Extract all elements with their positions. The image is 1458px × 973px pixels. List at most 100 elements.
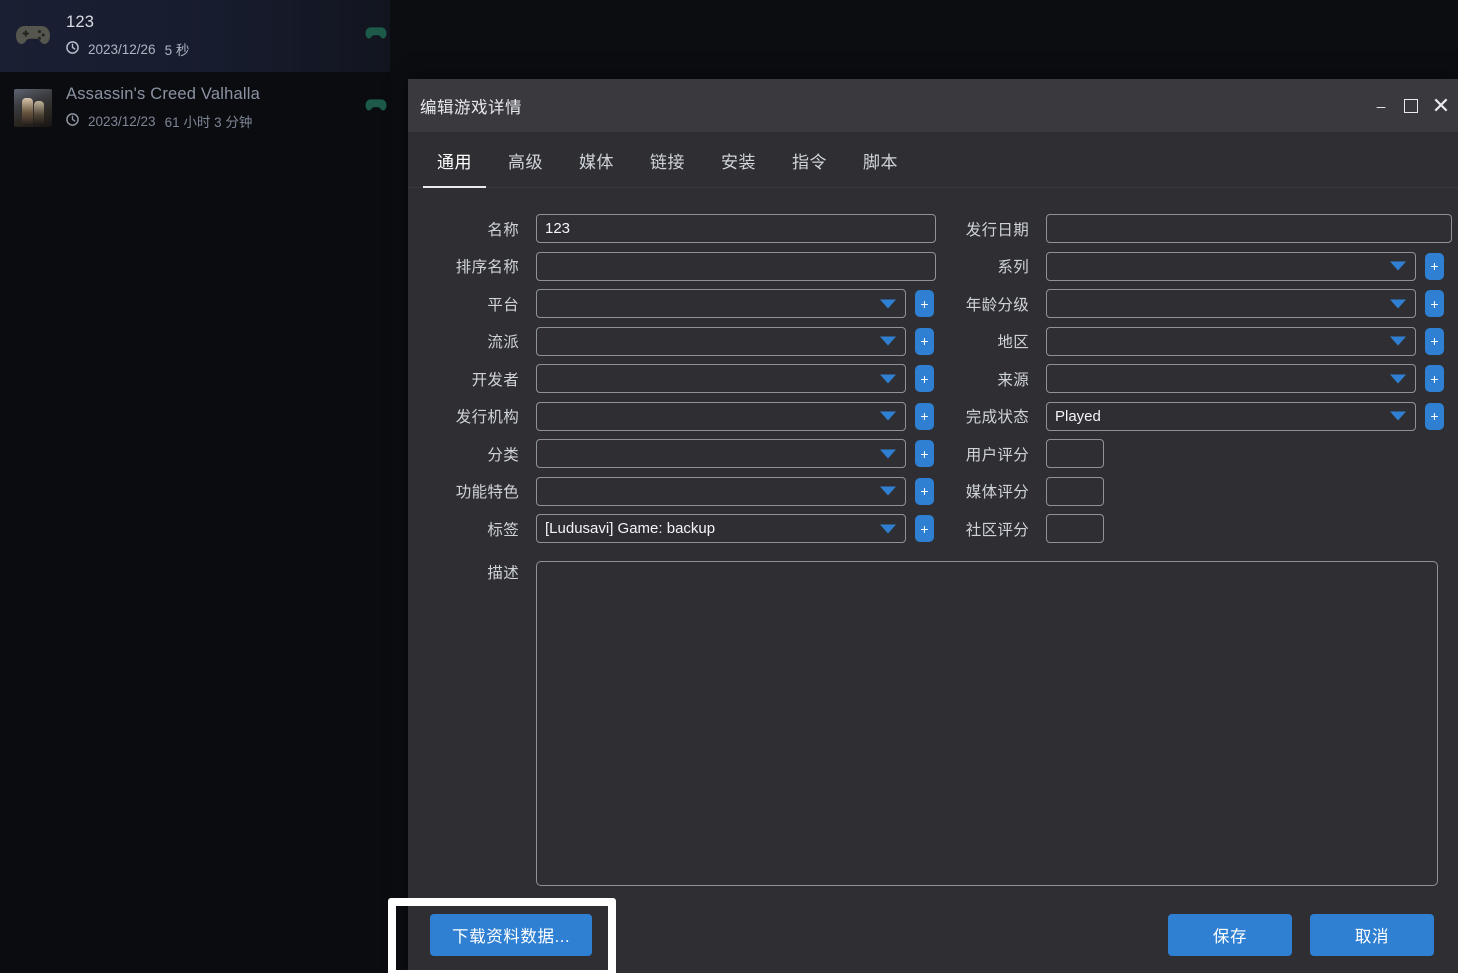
add-feature-button[interactable]: + — [915, 477, 934, 505]
field-platform: 平台 + — [416, 285, 936, 323]
tab-media[interactable]: 媒体 — [561, 148, 632, 187]
tab-scripts[interactable]: 脚本 — [845, 148, 916, 187]
field-community-score: 社区评分 — [936, 510, 1452, 548]
field-completion-status: 完成状态 Played + — [936, 398, 1452, 436]
field-developer: 开发者 + — [416, 360, 936, 398]
list-item-date: 2023/12/26 — [88, 41, 156, 57]
add-tag-button[interactable]: + — [915, 515, 934, 543]
user-score-input[interactable] — [1046, 439, 1104, 469]
download-metadata-button[interactable]: 下载资料数据... — [430, 914, 593, 956]
field-genre: 流派 + — [416, 323, 936, 361]
footer-actions: 保存 取消 — [1168, 914, 1434, 956]
list-item-date: 2023/12/23 — [88, 113, 156, 129]
field-label: 开发者 — [471, 371, 519, 389]
field-label: 社区评分 — [965, 521, 1029, 539]
edit-game-details-dialog: 编辑游戏详情 _ ✕ 通用 高级 媒体 链接 安装 指令 脚本 名称 123 排… — [408, 79, 1458, 973]
release-date-input[interactable] — [1046, 214, 1452, 244]
chevron-down-icon — [880, 449, 896, 459]
add-publisher-button[interactable]: + — [915, 402, 934, 430]
tab-actions[interactable]: 指令 — [774, 148, 845, 187]
clock-icon — [66, 113, 79, 129]
sorting-name-input[interactable] — [536, 251, 936, 281]
category-select[interactable] — [536, 439, 906, 469]
add-platform-button[interactable]: + — [915, 290, 934, 318]
dialog-titlebar[interactable]: 编辑游戏详情 _ ✕ — [408, 79, 1458, 132]
field-label: 流派 — [487, 334, 519, 352]
add-source-button[interactable]: + — [1425, 365, 1444, 393]
add-completion-status-button[interactable]: + — [1425, 402, 1444, 430]
field-label: 系列 — [997, 259, 1029, 277]
add-developer-button[interactable]: + — [915, 365, 934, 393]
maximize-icon[interactable] — [1396, 86, 1426, 126]
add-age-rating-button[interactable]: + — [1425, 290, 1444, 318]
list-item-meta: 2023/12/23 61 小时 3 分钟 — [66, 111, 260, 131]
add-series-button[interactable]: + — [1425, 252, 1444, 280]
form-column-left: 名称 123 排序名称 平台 + 流派 + 开发者 + 发行机构 + 分类 + … — [416, 210, 936, 548]
dialog-title: 编辑游戏详情 — [420, 98, 522, 117]
tab-links[interactable]: 链接 — [632, 148, 703, 187]
tab-install[interactable]: 安装 — [703, 148, 774, 187]
region-select[interactable] — [1046, 326, 1416, 356]
field-label: 标签 — [487, 521, 519, 539]
add-category-button[interactable]: + — [915, 440, 934, 468]
field-sorting-name: 排序名称 — [416, 248, 936, 286]
list-item[interactable]: Assassin's Creed Valhalla 2023/12/23 61 … — [0, 72, 390, 144]
feature-select[interactable] — [536, 476, 906, 506]
field-tag: 标签 [Ludusavi] Game: backup + — [416, 510, 936, 548]
field-critic-score: 媒体评分 — [936, 473, 1452, 511]
close-icon[interactable]: ✕ — [1426, 86, 1456, 126]
cancel-button[interactable]: 取消 — [1310, 914, 1434, 956]
critic-score-input[interactable] — [1046, 476, 1104, 506]
field-value: [Ludusavi] Game: backup — [545, 520, 716, 538]
source-select[interactable] — [1046, 364, 1416, 394]
field-age-rating: 年龄分级 + — [936, 285, 1452, 323]
chevron-down-icon — [880, 524, 896, 534]
chevron-down-icon — [880, 299, 896, 309]
field-description: 描述 — [408, 548, 1458, 886]
series-select[interactable] — [1046, 251, 1416, 281]
field-category: 分类 + — [416, 435, 936, 473]
gamepad-icon — [14, 17, 52, 55]
tag-select[interactable]: [Ludusavi] Game: backup — [536, 514, 906, 544]
chevron-down-icon — [1390, 336, 1406, 346]
dialog-footer: 下载资料数据... 保存 取消 — [408, 897, 1458, 973]
window-controls: _ ✕ — [1366, 79, 1458, 132]
save-button[interactable]: 保存 — [1168, 914, 1292, 956]
field-series: 系列 + — [936, 248, 1452, 286]
list-item[interactable]: 123 2023/12/26 5 秒 — [0, 0, 390, 72]
community-score-input[interactable] — [1046, 514, 1104, 544]
tab-advanced[interactable]: 高级 — [490, 148, 561, 187]
description-textarea[interactable] — [536, 560, 1438, 886]
add-genre-button[interactable]: + — [915, 327, 934, 355]
field-label: 发行机构 — [455, 409, 519, 427]
developer-select[interactable] — [536, 364, 906, 394]
chevron-down-icon — [1390, 374, 1406, 384]
field-label: 名称 — [487, 221, 519, 239]
platform-select[interactable] — [536, 289, 906, 319]
field-label: 分类 — [487, 446, 519, 464]
field-user-score: 用户评分 — [936, 435, 1452, 473]
field-label: 媒体评分 — [965, 484, 1029, 502]
publisher-select[interactable] — [536, 401, 906, 431]
field-label: 排序名称 — [455, 259, 519, 277]
list-item-text: 123 2023/12/26 5 秒 — [66, 13, 189, 59]
form-column-right: 发行日期 系列 + 年龄分级 + 地区 + 来源 + 完成状态 Played +… — [936, 210, 1452, 548]
field-label: 描述 — [487, 564, 519, 582]
field-publisher: 发行机构 + — [416, 398, 936, 436]
name-input[interactable]: 123 — [536, 214, 936, 244]
general-form: 名称 123 排序名称 平台 + 流派 + 开发者 + 发行机构 + 分类 + … — [408, 188, 1458, 548]
chevron-down-icon — [1390, 411, 1406, 421]
field-region: 地区 + — [936, 323, 1452, 361]
list-item-playtime: 5 秒 — [164, 43, 190, 58]
add-region-button[interactable]: + — [1425, 327, 1444, 355]
field-label: 来源 — [997, 371, 1029, 389]
tab-general[interactable]: 通用 — [419, 148, 490, 188]
chevron-down-icon — [880, 336, 896, 346]
minimize-icon[interactable]: _ — [1366, 86, 1396, 126]
age-rating-select[interactable] — [1046, 289, 1416, 319]
completion-status-select[interactable]: Played — [1046, 401, 1416, 431]
screen: 123 2023/12/26 5 秒 Assassin's Creed Valh… — [0, 0, 1458, 973]
chevron-down-icon — [880, 486, 896, 496]
field-label: 用户评分 — [965, 446, 1029, 464]
genre-select[interactable] — [536, 326, 906, 356]
